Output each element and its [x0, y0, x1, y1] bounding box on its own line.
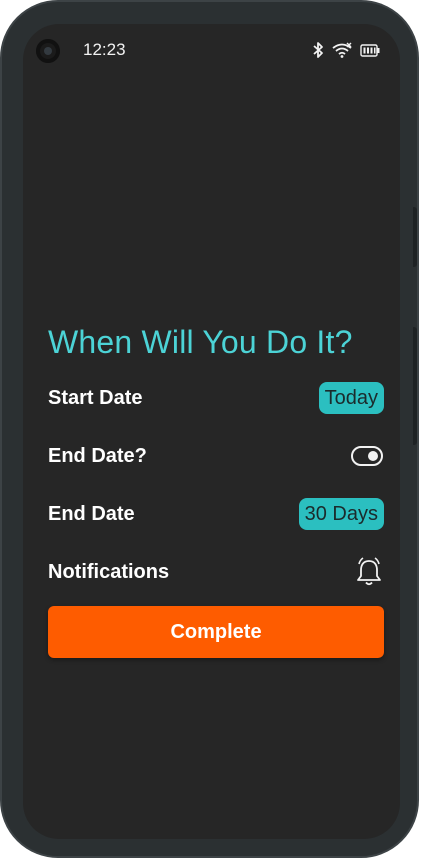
complete-button[interactable]: Complete — [48, 606, 384, 658]
status-icons — [312, 41, 380, 59]
battery-icon — [360, 43, 380, 57]
notifications-label: Notifications — [48, 560, 170, 583]
app-screen: 12:23 When Will You Do It? Start Date To… — [23, 24, 400, 839]
start-date-picker[interactable]: Today — [318, 382, 384, 414]
end-date-picker[interactable]: 30 Days — [298, 498, 384, 530]
wifi-icon — [332, 42, 352, 58]
bluetooth-icon — [313, 42, 323, 58]
front-camera — [36, 39, 60, 63]
volume-button — [413, 207, 417, 267]
bell-icon[interactable] — [354, 556, 384, 588]
end-date-toggle-row: End Date? — [48, 438, 384, 474]
notifications-row: Notifications — [48, 554, 384, 590]
page-title: When Will You Do It? — [48, 324, 353, 360]
end-date-row: End Date 30 Days — [48, 496, 384, 532]
end-date-question-label: End Date? — [48, 444, 147, 467]
start-date-row: Start Date Today — [48, 380, 384, 416]
start-date-label: Start Date — [48, 386, 143, 409]
phone-frame: 12:23 When Will You Do It? Start Date To… — [0, 0, 419, 858]
end-date-label: End Date — [48, 502, 135, 525]
power-button — [413, 327, 417, 445]
end-date-toggle[interactable] — [351, 446, 383, 466]
status-time: 12:23 — [83, 40, 126, 59]
